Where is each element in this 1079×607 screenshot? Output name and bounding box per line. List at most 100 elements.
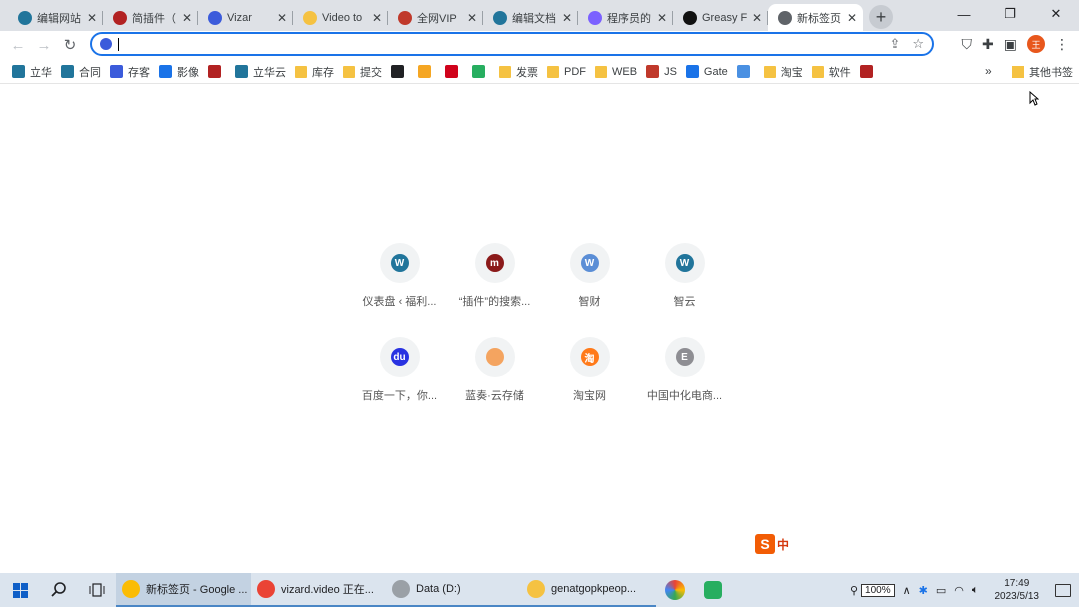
tab-title: 编辑网站 [37, 12, 81, 25]
profile-avatar[interactable]: 王 [1027, 35, 1045, 53]
share-icon[interactable]: ⇪ [889, 36, 900, 52]
forward-button[interactable]: → [31, 32, 57, 58]
tab-7[interactable]: 程序员的 ✕ [578, 4, 673, 31]
tab-6[interactable]: 编辑文档 ✕ [483, 4, 578, 31]
bookmark-item[interactable] [734, 62, 761, 82]
new-tab-button[interactable]: + [869, 5, 893, 29]
battery-indicator[interactable]: ⚲ 100% [850, 583, 895, 597]
bookmark-item[interactable] [857, 62, 884, 82]
bookmark-item[interactable]: 立华 [9, 62, 58, 82]
bookmark-item[interactable]: 存客 [107, 62, 156, 82]
tab-2[interactable]: 简插件（ ✕ [103, 4, 198, 31]
minimize-button[interactable]: — [941, 0, 987, 28]
shortcut-icon-circle: du [379, 337, 420, 377]
shortcut-icon-circle: W [379, 243, 420, 283]
reload-button[interactable]: ↻ [57, 32, 83, 58]
tab-5[interactable]: 全网VIP ✕ [388, 4, 483, 31]
bookmark-item[interactable]: PDF [544, 62, 592, 82]
bookmark-item[interactable]: 发票 [496, 62, 544, 82]
notification-icon[interactable] [1055, 583, 1071, 597]
shortcut-tile[interactable]: W 仪表盘 ‹ 福利... [352, 243, 447, 315]
bookmark-item[interactable]: 影像 [156, 62, 205, 82]
close-icon[interactable]: ✕ [847, 11, 857, 25]
bookmark-item[interactable] [415, 62, 442, 82]
bookmark-star-icon[interactable]: ☆ [912, 36, 924, 52]
bookmark-item[interactable]: Gate [683, 62, 734, 82]
wordpress-icon [493, 10, 507, 25]
taskbar-app-button[interactable]: Data (D:) [386, 573, 521, 607]
bookmark-item[interactable]: 淘宝 [761, 62, 809, 82]
tab-9[interactable]: 新标签页 ✕ [768, 4, 863, 31]
close-icon[interactable]: ✕ [277, 11, 287, 25]
close-icon[interactable]: ✕ [372, 11, 382, 25]
bookmark-item[interactable]: 提交 [340, 62, 388, 82]
chevron-up-icon[interactable]: ∧ [903, 584, 911, 597]
battery-icon[interactable]: ▭ [936, 584, 946, 597]
shield-extension-icon[interactable]: ⛉ [962, 36, 973, 53]
bookmark-item[interactable]: WEB [592, 62, 643, 82]
close-window-button[interactable]: ✕ [1033, 0, 1079, 28]
tab-title: 新标签页 [797, 12, 841, 25]
clock[interactable]: 17:49 2023/5/13 [995, 577, 1040, 603]
shortcut-tile[interactable]: m “插件”的搜索... [447, 243, 542, 315]
wifi-icon[interactable]: ◠ [954, 584, 964, 597]
bookmarks-bar: 立华 合同 存客 影像 立华云 库存 提交 发票 PDF WEB JS Gate 淘宝 软件 [0, 60, 1079, 84]
bookmarks-overflow-button[interactable]: » [985, 64, 992, 78]
shortcut-tile[interactable]: W 智云 [637, 243, 732, 315]
taskbar-app-button[interactable]: 新标签页 - Google ... [116, 573, 251, 607]
restore-button[interactable]: ❐ [987, 0, 1033, 28]
shortcut-icon-circle: W [569, 243, 610, 283]
bookmark-item[interactable]: 合同 [58, 62, 107, 82]
back-button[interactable]: ← [5, 32, 31, 58]
wps-sheet-icon[interactable] [694, 573, 732, 607]
tab-title: Vizar [227, 11, 252, 24]
start-button[interactable] [0, 573, 40, 607]
folder-icon [595, 65, 607, 78]
extensions-puzzle-icon[interactable]: ✚ [982, 36, 994, 53]
bookmark-item[interactable]: 立华云 [232, 62, 292, 82]
bookmark-item[interactable]: 库存 [292, 62, 340, 82]
tab-4[interactable]: Video to ✕ [293, 4, 388, 31]
side-panel-icon[interactable]: ▣ [1004, 36, 1017, 53]
shortcut-tile[interactable]: 淘淘宝网 [542, 337, 637, 409]
task-view-icon[interactable] [78, 573, 116, 607]
close-icon[interactable]: ✕ [87, 11, 97, 25]
shortcut-icon-circle: W [664, 243, 705, 283]
color-app-icon[interactable] [656, 573, 694, 607]
close-icon[interactable]: ✕ [182, 11, 192, 25]
bookmark-item[interactable] [469, 62, 496, 82]
shortcut-tile[interactable]: E 中国中化电商... [637, 337, 732, 409]
shortcut-tile[interactable]: 蓝奏·云存储 [447, 337, 542, 409]
tab-8[interactable]: Greasy F ✕ [673, 4, 768, 31]
taskbar-app-button[interactable]: genatgopkpeop... [521, 573, 656, 607]
taskbar-app-label: genatgopkpeop... [551, 583, 637, 595]
tab-3[interactable]: Vizar ✕ [198, 4, 293, 31]
tab-title: 全网VIP [417, 12, 457, 25]
other-bookmarks-folder[interactable]: 其他书签 [1012, 64, 1073, 80]
bookmark-item[interactable] [205, 62, 232, 82]
tab-1[interactable]: 编辑网站 ✕ [8, 4, 103, 31]
volume-icon[interactable]: 🔈︎ [972, 584, 979, 597]
battery-percent: 100% [861, 583, 895, 597]
bookmark-item[interactable] [442, 62, 469, 82]
shortcut-tile[interactable]: du 百度一下，你... [352, 337, 447, 409]
close-icon[interactable]: ✕ [467, 11, 477, 25]
ime-indicator[interactable]: S 中 [755, 533, 799, 555]
search-icon[interactable] [40, 573, 78, 607]
site-favicon-icon [159, 65, 172, 78]
site-favicon-icon [110, 65, 123, 78]
colorful-icon [588, 10, 602, 25]
app-icon [392, 580, 410, 598]
bookmark-item[interactable]: 软件 [809, 62, 857, 82]
taskbar-app-button[interactable]: vizard.video 正在... [251, 573, 386, 607]
shortcut-tile[interactable]: W 智财 [542, 243, 637, 315]
close-icon[interactable]: ✕ [657, 11, 667, 25]
close-icon[interactable]: ✕ [562, 11, 572, 25]
address-bar[interactable]: ⇪ ☆ [90, 32, 934, 56]
bookmark-item[interactable] [388, 62, 415, 82]
bluetooth-icon[interactable]: ✱ [919, 584, 928, 597]
close-icon[interactable]: ✕ [752, 11, 762, 25]
menu-kebab-icon[interactable]: ⋮ [1055, 36, 1069, 53]
bookmark-item[interactable]: JS [643, 62, 683, 82]
other-bookmarks-label: 其他书签 [1029, 67, 1073, 79]
